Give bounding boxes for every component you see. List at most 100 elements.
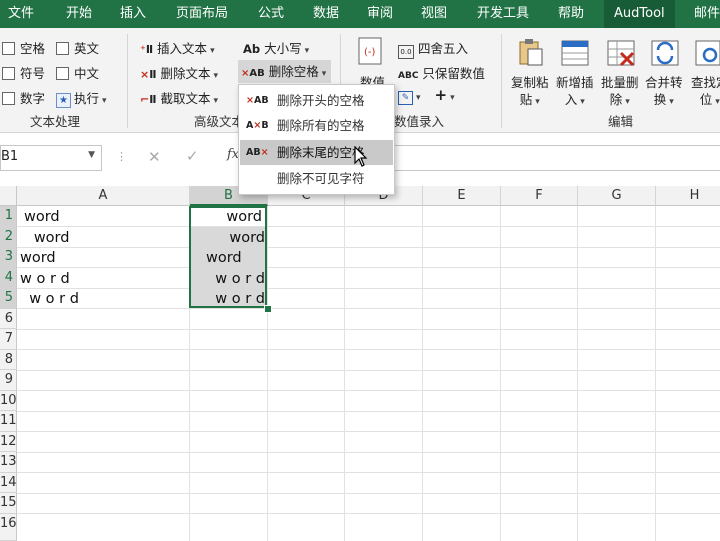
- name-box[interactable]: B1 ▼: [0, 145, 102, 171]
- batch-delete-icon: [606, 38, 636, 67]
- row-header[interactable]: 13: [0, 452, 17, 473]
- gridline: [17, 451, 720, 453]
- batch-delete-button[interactable]: 批量删除 ▾: [601, 74, 639, 111]
- chevron-down-icon: ▾: [715, 97, 720, 107]
- row-header[interactable]: 8: [0, 349, 17, 370]
- gridline: [655, 206, 656, 541]
- row-header[interactable]: 1: [0, 206, 17, 227]
- menu-help[interactable]: 帮助: [558, 0, 584, 28]
- delete-text-button[interactable]: ×Ⅱ 删除文本 ▾: [140, 63, 218, 82]
- cell-a4[interactable]: w o r d: [20, 269, 70, 289]
- cancel-icon[interactable]: ✕: [148, 148, 161, 166]
- row-header[interactable]: 14: [0, 472, 17, 493]
- delete-text-label: 删除文本: [160, 66, 211, 81]
- row-header[interactable]: 15: [0, 493, 17, 514]
- cell-a1[interactable]: word: [24, 207, 60, 227]
- checkbox-box[interactable]: [56, 42, 69, 55]
- row-header[interactable]: 4: [0, 267, 17, 288]
- insert-rows-icon: [560, 38, 590, 66]
- copy-paste-button[interactable]: 复制粘贴 ▾: [511, 74, 549, 111]
- case-label: 大小写: [264, 41, 302, 56]
- menu-item-label: 删除开头的空格: [277, 93, 365, 108]
- checkbox-space[interactable]: 空格: [2, 38, 45, 57]
- menu-formulas[interactable]: 公式: [258, 0, 284, 28]
- more-icon: ⋮: [116, 150, 127, 163]
- column-header-e[interactable]: E: [423, 186, 501, 206]
- edit-icon: ✎: [398, 91, 413, 105]
- menu-review[interactable]: 审阅: [367, 0, 393, 28]
- case-button[interactable]: Ab 大小写 ▾: [243, 38, 309, 57]
- row-header[interactable]: 6: [0, 308, 17, 329]
- row-header[interactable]: 2: [0, 226, 17, 247]
- chevron-down-icon: ▾: [580, 97, 585, 107]
- row-header[interactable]: 7: [0, 329, 17, 350]
- gridline: [17, 431, 720, 432]
- cell-a3[interactable]: word: [20, 248, 56, 268]
- merge-convert-icon: [650, 38, 680, 66]
- column-header-g[interactable]: G: [578, 186, 656, 206]
- menu-mail[interactable]: 邮件: [694, 0, 720, 28]
- group-label-number-input: 数值录入: [394, 114, 445, 129]
- menu-insert[interactable]: 插入: [120, 0, 146, 28]
- delete-leading-spaces-item[interactable]: ×AB 删除开头的空格: [240, 88, 393, 113]
- column-header-a[interactable]: A: [17, 186, 190, 206]
- fill-handle[interactable]: [264, 305, 272, 313]
- group-label-advanced-text: 高级文本: [194, 114, 245, 129]
- select-all-corner[interactable]: [0, 186, 17, 206]
- checkbox-box[interactable]: [2, 67, 15, 80]
- delete-spaces-button[interactable]: ×AB 删除空格 ▾: [238, 60, 332, 83]
- row-header[interactable]: 5: [0, 288, 17, 309]
- round-button[interactable]: 0.0 四舍五入: [398, 38, 468, 59]
- merge-convert-button[interactable]: 合并转换 ▾: [645, 74, 683, 111]
- delete-invisible-chars-item[interactable]: 删除不可见字符: [240, 166, 393, 191]
- delete-trailing-spaces-item[interactable]: AB× 删除末尾的空格: [240, 140, 393, 165]
- menu-bar: 文件 开始 插入 页面布局 公式 数据 审阅 视图 开发工具 帮助 AudToo…: [0, 0, 720, 28]
- gridline: [17, 492, 720, 494]
- column-header-f[interactable]: F: [501, 186, 578, 206]
- row-header[interactable]: 3: [0, 247, 17, 268]
- insert-text-label: 插入文本: [157, 41, 208, 56]
- number-tools-button[interactable]: ✎ ▾ + ▾: [398, 86, 455, 105]
- checkbox-box[interactable]: [2, 42, 15, 55]
- checkbox-label: 符号: [20, 66, 46, 81]
- cell-a2[interactable]: word: [20, 228, 70, 248]
- menu-developer[interactable]: 开发工具: [477, 0, 529, 28]
- execute-button[interactable]: ★ 执行 ▾: [56, 88, 107, 108]
- cell-a5[interactable]: w o r d: [20, 289, 79, 309]
- row-header[interactable]: 9: [0, 370, 17, 391]
- gridline: [422, 206, 423, 541]
- gridline: [17, 390, 720, 391]
- extract-text-button[interactable]: ⌐Ⅱ 截取文本 ▾: [140, 88, 218, 107]
- menu-home[interactable]: 开始: [66, 0, 92, 28]
- row-header[interactable]: 12: [0, 431, 17, 452]
- column-header-h[interactable]: H: [656, 186, 720, 206]
- add-insert-button[interactable]: 新增插入 ▾: [556, 74, 594, 111]
- insert-text-button[interactable]: ⁺Ⅱ 插入文本 ▾: [140, 38, 215, 57]
- menu-audtool[interactable]: AudTool: [604, 0, 675, 28]
- gridline: [17, 472, 720, 473]
- row-header[interactable]: 10: [0, 390, 17, 411]
- confirm-icon[interactable]: ✓: [186, 147, 199, 165]
- extract-text-label: 截取文本: [160, 91, 211, 106]
- checkbox-chinese[interactable]: 中文: [56, 63, 99, 82]
- menu-data[interactable]: 数据: [313, 0, 339, 28]
- menu-view[interactable]: 视图: [421, 0, 447, 28]
- checkbox-english[interactable]: 英文: [56, 38, 99, 57]
- extract-text-icon: ⌐Ⅱ: [140, 93, 157, 106]
- delete-spaces-icon: ×AB: [241, 68, 265, 79]
- checkbox-number[interactable]: 数字: [2, 88, 45, 107]
- delete-all-spaces-item[interactable]: A×B 删除所有的空格: [240, 113, 393, 138]
- menu-item-label: 删除所有的空格: [277, 118, 365, 133]
- row-header[interactable]: 11: [0, 411, 17, 432]
- menu-file[interactable]: 文件: [8, 0, 34, 28]
- spreadsheet-grid: A B C D E F G H 1 2 3 4 5 6 7 8 9 10 11 …: [0, 186, 720, 541]
- chevron-down-icon[interactable]: ▼: [88, 150, 95, 160]
- chevron-down-icon: ▾: [450, 93, 455, 103]
- keep-numbers-button[interactable]: ABC 只保留数值: [398, 63, 485, 82]
- checkbox-box[interactable]: [56, 67, 69, 80]
- row-header[interactable]: 16: [0, 513, 17, 541]
- menu-page-layout[interactable]: 页面布局: [176, 0, 228, 28]
- checkbox-symbol[interactable]: 符号: [2, 63, 45, 82]
- find-locate-button[interactable]: 查找定位▾: [691, 74, 720, 111]
- checkbox-box[interactable]: [2, 92, 15, 105]
